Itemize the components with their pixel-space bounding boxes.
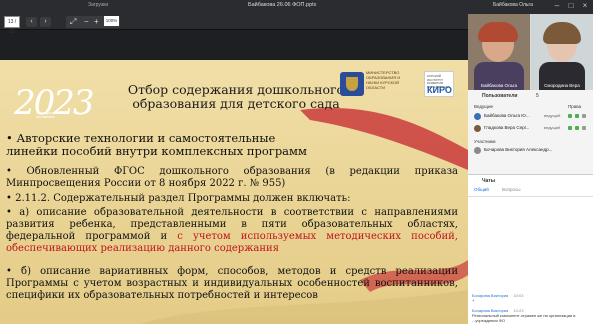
- slide-title: Отбор содержания дошкольного образования…: [127, 82, 345, 111]
- participants-count: 5: [536, 93, 539, 99]
- participant-row[interactable]: Гладкова Вера Серг... ведущий: [474, 124, 588, 133]
- app-window: Загрузки Байбакова 26.06 ФОП.pptx Байбак…: [0, 0, 593, 324]
- members-title: Участники: [474, 139, 496, 144]
- message-time: 10:03: [513, 293, 524, 298]
- maximize-icon[interactable]: □: [566, 1, 576, 11]
- presentation-toolbar: 13 / 23 ‹ › ⤢ − + 100%: [0, 14, 468, 35]
- video-tile-2[interactable]: Смородина Вера: [531, 14, 593, 90]
- kiro-logo-text: КИРО: [427, 85, 452, 95]
- more-icon[interactable]: [582, 114, 586, 118]
- fit-icon[interactable]: ⤢: [70, 16, 76, 28]
- mic-icon[interactable]: [568, 126, 572, 130]
- participant-row[interactable]: Бочарова Виктория Александр...: [474, 146, 588, 155]
- chat-message: Бочарова Виктория 10:03 +: [472, 293, 584, 303]
- chat-panel: Чаты Общий Вопросы Бочарова Виктория 10:…: [468, 174, 593, 324]
- video-area: Байбакова Ольга Смородина Вера: [468, 14, 593, 90]
- participant-hair: [478, 22, 518, 42]
- participant-name: Гладкова Вера Серг...: [484, 125, 530, 130]
- presentation-slide: 2023 год педагога и наставника Отбор сод…: [0, 60, 468, 324]
- prev-slide-icon[interactable]: ‹: [26, 17, 37, 27]
- chat-message: Бочарова Виктория 10:23 Региональный ком…: [472, 308, 584, 323]
- tab-divider: [468, 196, 593, 197]
- side-panel: Байбакова Ольга Смородина Вера Пользоват…: [468, 14, 593, 324]
- message-text: Региональный компонент отражен же на орг…: [472, 313, 576, 323]
- chat-title[interactable]: Чаты: [482, 178, 495, 184]
- participant-hair: [543, 22, 581, 44]
- participant-row[interactable]: Байбакова Ольга Ю... ведущий: [474, 112, 588, 121]
- message-author: Бочарова Виктория: [472, 293, 509, 298]
- avatar: [474, 147, 481, 154]
- participant-role: ведущий: [544, 125, 561, 130]
- video-label-1: Байбакова Ольга: [480, 83, 518, 88]
- participant-role: ведущий: [544, 113, 561, 118]
- browser-tab-title[interactable]: Загрузки: [88, 2, 108, 8]
- title-bar: Загрузки Байбакова 26.06 ФОП.pptx Байбак…: [0, 0, 593, 14]
- zoom-out-button[interactable]: −: [84, 16, 89, 28]
- more-icon[interactable]: [582, 126, 586, 130]
- camera-icon[interactable]: [575, 126, 579, 130]
- participants-title[interactable]: Пользователи: [482, 93, 517, 99]
- zoom-in-button[interactable]: +: [94, 16, 99, 28]
- message-text: +: [472, 298, 475, 303]
- coat-of-arms-icon: [340, 72, 364, 96]
- avatar: [474, 125, 481, 132]
- document-title: Байбакова 26.06 ФОП.pptx: [248, 2, 317, 8]
- avatar: [474, 113, 481, 120]
- bullet-3: • 2.11.2. Содержательный раздел Программ…: [6, 193, 351, 204]
- current-user-name: Байбакова Ольга: [493, 2, 534, 8]
- hosts-title: Ведущие: [474, 104, 493, 109]
- minimize-icon[interactable]: –: [552, 1, 562, 11]
- bullet-2: • Обновленный ФГОС дошкольного образован…: [6, 166, 458, 189]
- page-number-input[interactable]: 13 / 23: [4, 16, 20, 35]
- logo-subtitle: год педагога и наставника: [36, 111, 60, 119]
- tab-questions[interactable]: Вопросы: [502, 187, 520, 192]
- bullet-1: • Авторские технологии и самостоятельные…: [6, 131, 307, 158]
- video-label-2: Смородина Вера: [544, 83, 580, 88]
- mic-icon[interactable]: [568, 114, 572, 118]
- participant-name: Бочарова Виктория Александр...: [484, 147, 553, 152]
- kiro-logo: КУРСКИЙ ИНСТИТУТ РАЗВИТИЯ ОБРАЗОВАНИЯ КИ…: [424, 71, 454, 97]
- zoom-value[interactable]: 100%: [104, 16, 119, 26]
- next-slide-icon[interactable]: ›: [40, 17, 51, 27]
- rights-label: Права: [568, 104, 582, 109]
- ministry-label: МИНИСТЕРСТВО ОБРАЗОВАНИЯ И НАУКИ КУРСКОЙ…: [366, 70, 401, 90]
- participant-name: Байбакова Ольга Ю...: [484, 113, 530, 118]
- bullet-5: • б) описание вариативных форм, способов…: [6, 266, 458, 301]
- video-tile-1[interactable]: Байбакова Ольга: [468, 14, 530, 90]
- tab-general[interactable]: Общий: [474, 187, 489, 192]
- close-icon[interactable]: ×: [580, 1, 590, 11]
- camera-icon[interactable]: [575, 114, 579, 118]
- bullet-4: • а) описание образовательной деятельнос…: [6, 207, 458, 255]
